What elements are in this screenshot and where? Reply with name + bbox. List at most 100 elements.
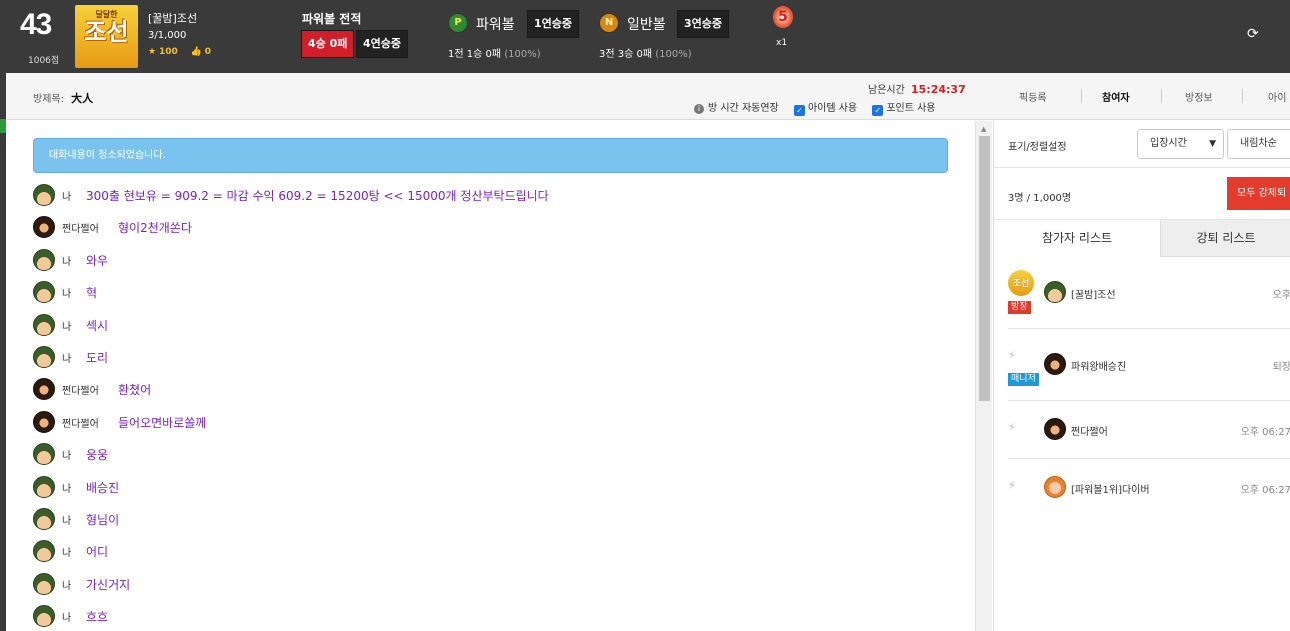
- streak-badge: 4연승중: [356, 30, 409, 58]
- tab-participants[interactable]: 참여자: [1102, 89, 1130, 104]
- kick-all-button[interactable]: 모두 강제퇴: [1227, 177, 1290, 210]
- participant-name: [꿀밤]조선: [1071, 290, 1116, 301]
- chevron-down-icon: ▼: [1209, 139, 1216, 149]
- chat-message-text: 형님이: [86, 513, 120, 527]
- avatar: [1044, 476, 1066, 498]
- avatar: [1044, 418, 1066, 440]
- chat-sender-name[interactable]: 나: [62, 188, 71, 203]
- chat-sender-name[interactable]: 나: [62, 609, 71, 624]
- normalball-record-text: 3전 3승 0패: [599, 49, 653, 60]
- chat-sender-name[interactable]: 나: [62, 512, 71, 527]
- avatar[interactable]: [33, 281, 55, 303]
- chat-message-text: 가신거지: [86, 578, 131, 592]
- participant-row[interactable]: ⚡ 쩐다쩔어 오후 06:27: [1008, 401, 1290, 459]
- sort-settings-row: 표기/정렬설정 입장시간 ▼ 내림차순: [994, 121, 1290, 168]
- refresh-icon[interactable]: ⟳: [1247, 26, 1259, 42]
- powerball-record-pct: (100%): [504, 49, 541, 60]
- avatar[interactable]: [33, 508, 55, 530]
- avatar[interactable]: [33, 378, 55, 400]
- scroll-thumb[interactable]: [979, 136, 990, 401]
- chat-sender-name[interactable]: 나: [62, 318, 71, 333]
- participant-name: [파워볼1위]다이버: [1071, 485, 1150, 496]
- thumbs-up-icon: 👍: [190, 47, 202, 57]
- avatar[interactable]: [33, 216, 55, 238]
- remaining-time: 남은시간 15:24:37: [868, 81, 966, 96]
- chat-sender-name[interactable]: 나: [62, 480, 71, 495]
- avatar[interactable]: [33, 443, 55, 465]
- room-options: i방 시간 자동연장 ✓ 아이템 사용 ✓ 포인트 사용: [694, 99, 936, 116]
- item-use-checkbox[interactable]: ✓: [793, 105, 805, 116]
- powerball-icon: P: [448, 13, 468, 33]
- normalball-record: 3전 3승 0패 (100%): [599, 45, 692, 60]
- participant-name: 파워왕배승진: [1071, 362, 1127, 373]
- chat-message-text: 도리: [86, 351, 109, 365]
- point-use-label[interactable]: 포인트 사용: [886, 103, 935, 114]
- info-icon: i: [694, 104, 704, 114]
- star-icon: ★: [148, 47, 157, 57]
- normalball-icon: N: [599, 13, 619, 33]
- chat-sender-name[interactable]: 나: [62, 447, 71, 462]
- normalball-record-pct: (100%): [655, 49, 692, 60]
- host-name[interactable]: [꿀밤]조선: [148, 10, 197, 26]
- item-use-label[interactable]: 아이템 사용: [808, 103, 857, 114]
- runner-icon: ⚡: [1008, 479, 1016, 492]
- point-use-checkbox[interactable]: ✓: [872, 105, 884, 116]
- avatar[interactable]: [33, 346, 55, 368]
- scroll-up-icon[interactable]: ▲: [981, 125, 986, 133]
- powerball-streak: 1연승중: [527, 10, 580, 38]
- sort-field-value: 입장시간: [1150, 138, 1187, 149]
- avatar[interactable]: [33, 249, 55, 271]
- chat-message-text: 흐흐: [86, 610, 109, 624]
- participant-row[interactable]: 조선 방장 [꿀밤]조선 오후: [1008, 257, 1290, 329]
- participant-time: 오후 06:27: [1240, 427, 1290, 438]
- avatar[interactable]: [33, 476, 55, 498]
- powerball-record: 1전 1승 0패 (100%): [448, 45, 541, 60]
- chat-sender-name[interactable]: 나: [62, 577, 71, 592]
- normalball-label: 일반볼: [627, 17, 666, 33]
- tab-kicked-list[interactable]: 강퇴 리스트: [1161, 220, 1290, 257]
- participant-time: 오후: [1272, 290, 1290, 301]
- tab-participant-list[interactable]: 참가자 리스트: [994, 220, 1161, 257]
- avatar[interactable]: [33, 573, 55, 595]
- tab-pick-register[interactable]: 픽등록: [1019, 89, 1047, 104]
- participant-time: 오후 06:27: [1240, 485, 1290, 496]
- powerball-label: 파워볼: [476, 17, 515, 33]
- avatar: [1044, 353, 1066, 375]
- room-logo: 달달한 조선: [75, 5, 138, 68]
- chat-sender-name[interactable]: 쩐다쩔어: [62, 382, 99, 397]
- chat-sender-name[interactable]: 쩐다쩔어: [62, 220, 99, 235]
- host-logo: 조선: [1008, 270, 1034, 296]
- avatar[interactable]: [33, 540, 55, 562]
- chat-message-text: 들어오면바로쏠께: [118, 416, 207, 430]
- auto-extend-label[interactable]: 방 시간 자동연장: [708, 103, 779, 114]
- remaining-time-value: 15:24:37: [911, 83, 966, 96]
- avatar: [1044, 281, 1066, 303]
- chat-message-text: 환쳤어: [118, 383, 152, 397]
- chat-sender-name[interactable]: 나: [62, 285, 71, 300]
- room-title: 방제목: 大人: [33, 90, 93, 106]
- avatar[interactable]: [33, 411, 55, 433]
- runner-icon: ⚡: [1008, 421, 1016, 434]
- chat-message-text: 섹시: [86, 319, 109, 333]
- avatar[interactable]: [33, 184, 55, 206]
- chat-sender-name[interactable]: 나: [62, 350, 71, 365]
- tab-divider: [1081, 89, 1082, 103]
- sort-field-select[interactable]: 입장시간 ▼: [1137, 129, 1224, 159]
- chat-message-text: 와우: [86, 254, 109, 268]
- sort-order-select[interactable]: 내림차순: [1227, 129, 1290, 159]
- avatar[interactable]: [33, 314, 55, 336]
- chat-sender-name[interactable]: 나: [62, 253, 71, 268]
- tab-room-info[interactable]: 방정보: [1185, 89, 1213, 104]
- chat-scrollbar[interactable]: ▲: [975, 121, 992, 631]
- tab-items[interactable]: 아이: [1268, 89, 1286, 104]
- participant-row[interactable]: ⚡ [파워볼1위]다이버 오후 06:27: [1008, 459, 1290, 517]
- normalball-streak: 3연승중: [677, 10, 730, 38]
- participant-count: 3명 / 1,000명: [1008, 193, 1072, 204]
- room-subheader: 방제목: 大人 남은시간 15:24:37 i방 시간 자동연장 ✓ 아이템 사용…: [6, 73, 1290, 120]
- logo-main-text: 조선: [84, 19, 129, 46]
- chat-sender-name[interactable]: 나: [62, 544, 71, 559]
- participant-name: 쩐다쩔어: [1071, 427, 1108, 438]
- chat-sender-name[interactable]: 쩐다쩔어: [62, 415, 99, 430]
- participant-row[interactable]: ⚡ 매니저 파워왕배승진 퇴장: [1008, 329, 1290, 401]
- avatar[interactable]: [33, 605, 55, 627]
